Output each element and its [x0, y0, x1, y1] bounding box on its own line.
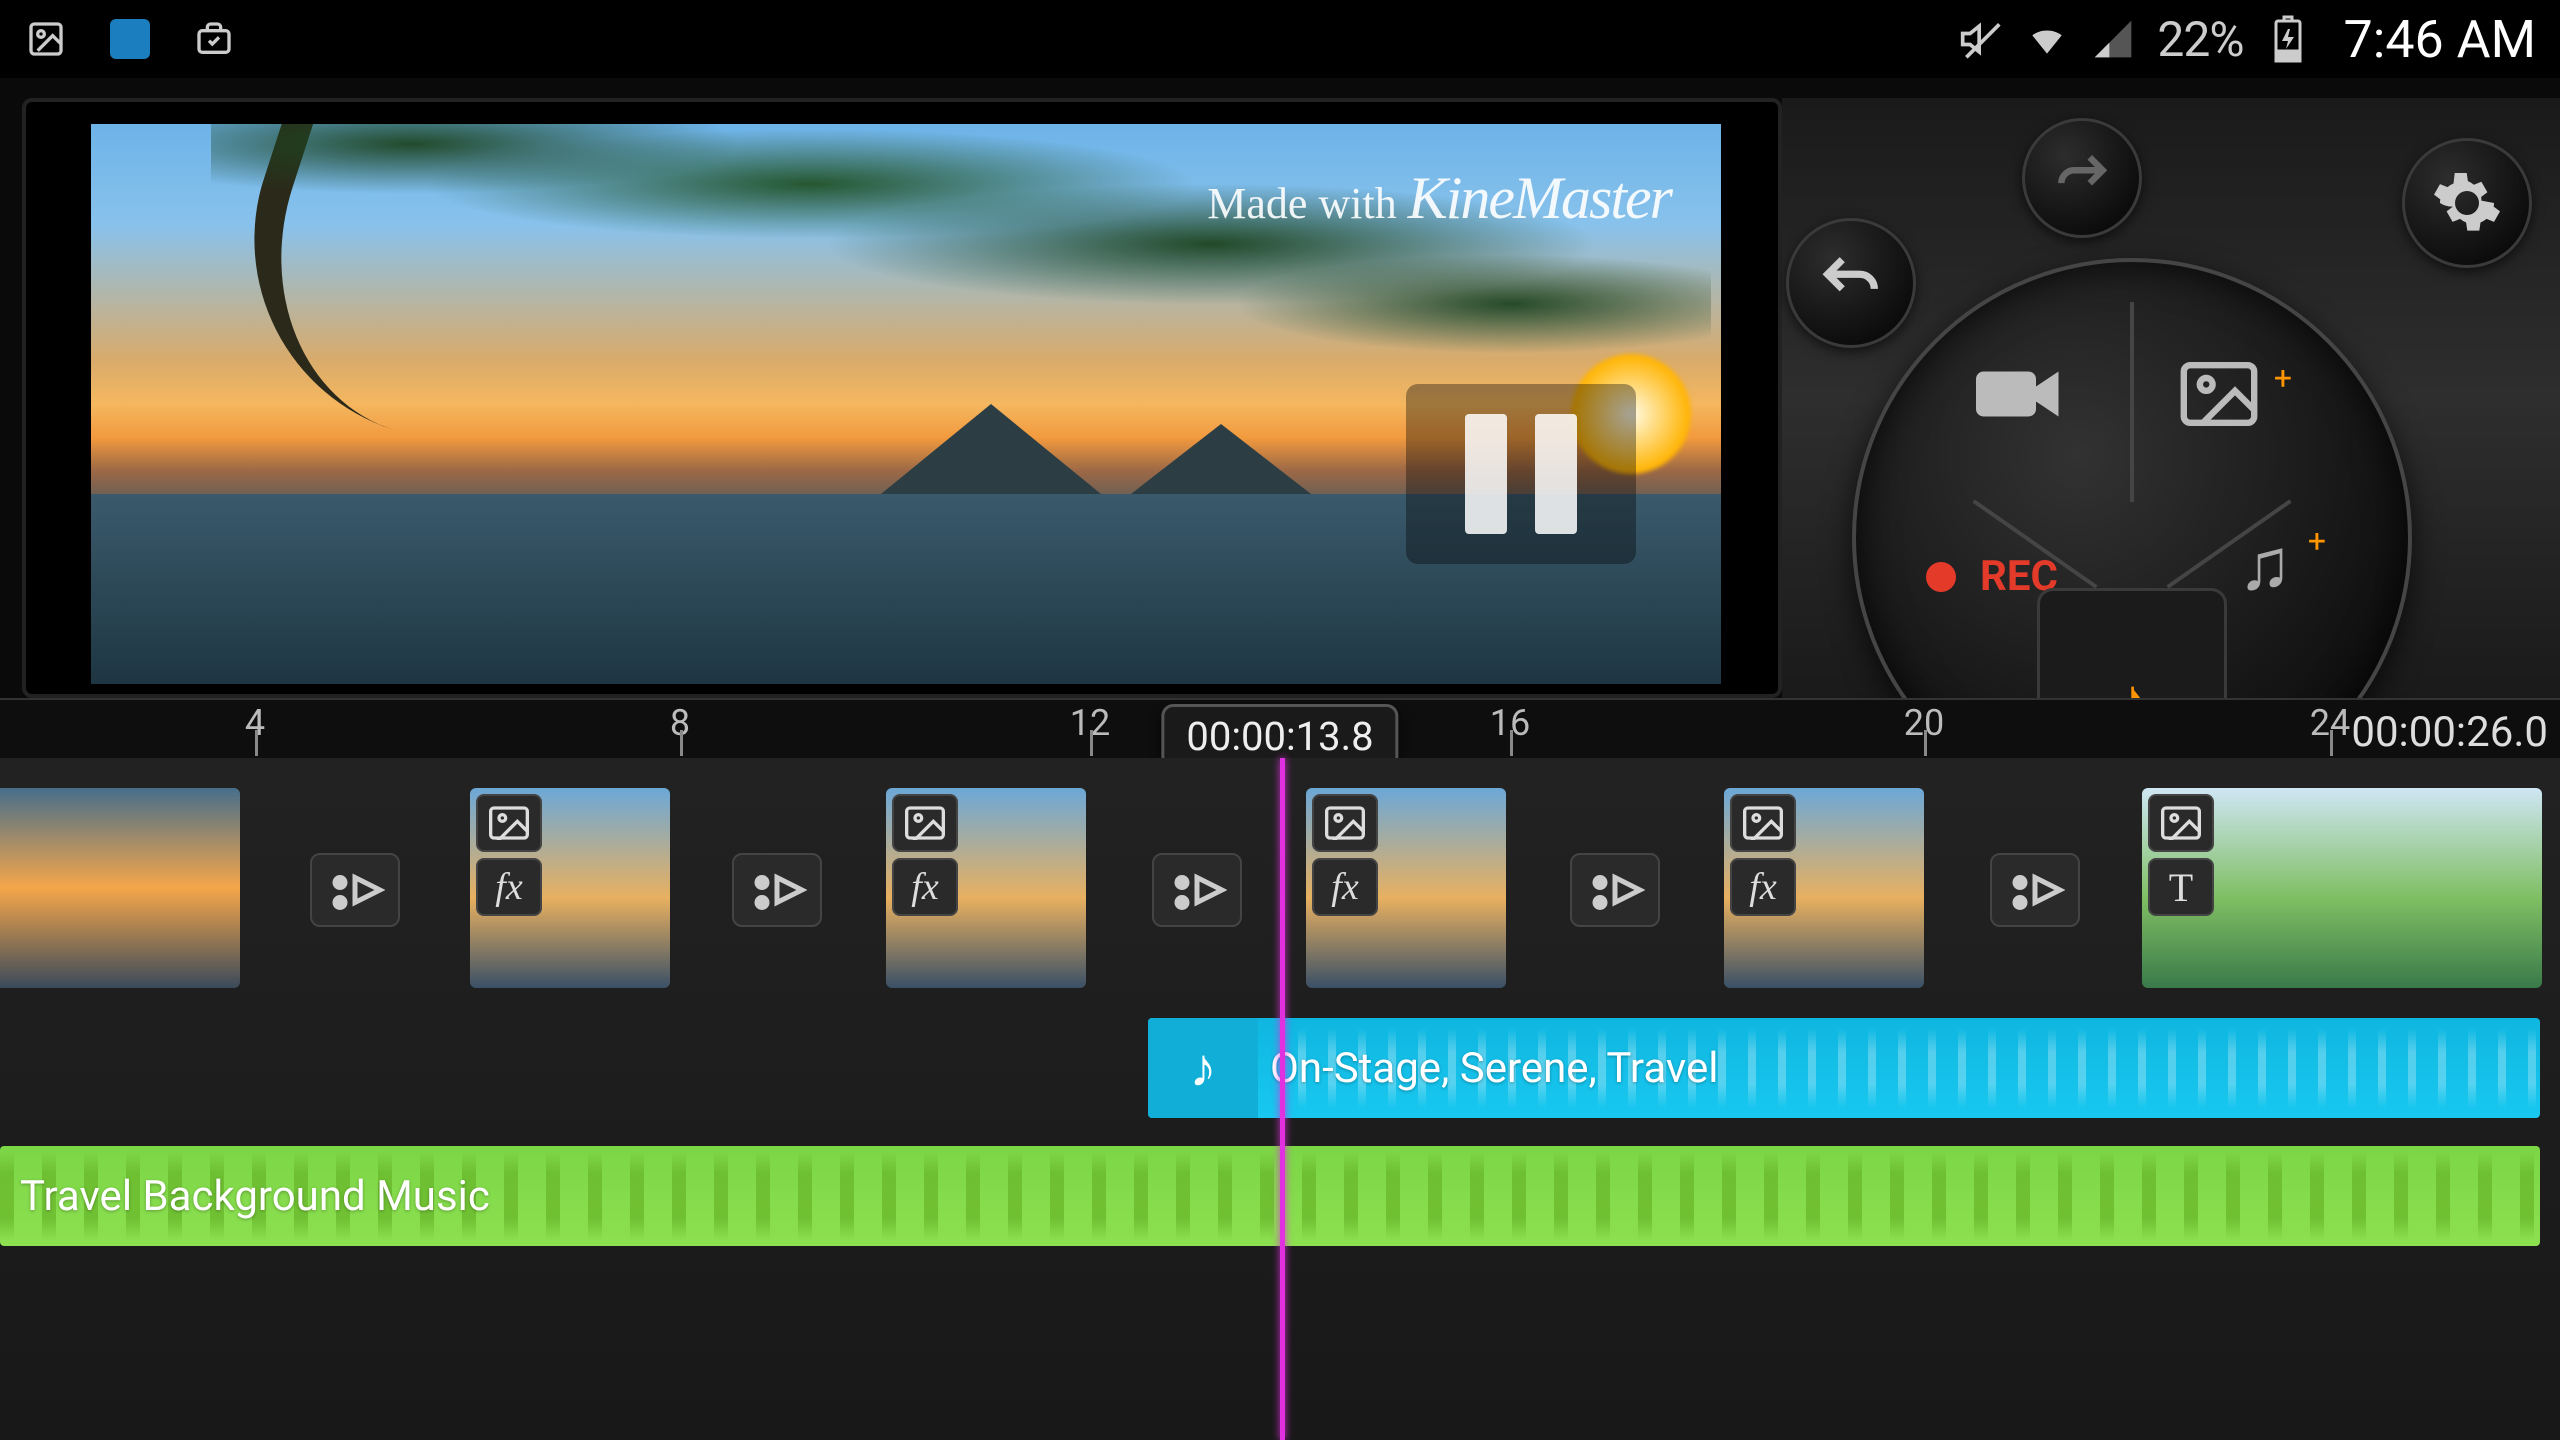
- music-note-icon: ♪: [1148, 1018, 1258, 1118]
- add-video-button[interactable]: [1976, 362, 2066, 442]
- preview-video: Made with KineMaster: [91, 124, 1721, 684]
- undo-button[interactable]: [1786, 218, 1916, 348]
- watermark: Made with KineMaster: [1207, 164, 1671, 233]
- wifi-icon: [2025, 17, 2069, 61]
- redo-button[interactable]: [2022, 118, 2142, 238]
- video-clip[interactable]: fx: [1306, 788, 1506, 988]
- gallery-icon: [24, 17, 68, 61]
- transition-button[interactable]: [1570, 853, 1660, 927]
- video-clip[interactable]: [0, 788, 240, 988]
- pause-button[interactable]: [1406, 384, 1636, 564]
- image-badge-icon: [2148, 794, 2214, 852]
- video-clip[interactable]: fx: [470, 788, 670, 988]
- transition-button[interactable]: [310, 853, 400, 927]
- android-status-bar: 22% 7:46 AM: [0, 0, 2560, 78]
- plus-icon: +: [2308, 522, 2326, 560]
- audio-clip[interactable]: ♪ On-Stage, Serene, Travel: [1148, 1018, 2540, 1118]
- add-music-button[interactable]: ♫ +: [2238, 522, 2322, 607]
- image-badge-icon: [892, 794, 958, 852]
- record-button[interactable]: REC: [1926, 552, 2058, 601]
- audio-clip-title: On-Stage, Serene, Travel: [1270, 1044, 1718, 1093]
- briefcase-icon: [192, 17, 236, 61]
- video-clip[interactable]: fx: [886, 788, 1086, 988]
- image-icon: [2180, 362, 2258, 442]
- timeline-ruler[interactable]: 4 8 12 16 20 24 00:00:13.8 00:00:26.0: [0, 698, 2560, 758]
- transition-button[interactable]: [1990, 853, 2080, 927]
- image-badge-icon: [1312, 794, 1378, 852]
- fx-button[interactable]: fx: [1730, 858, 1796, 916]
- transition-button[interactable]: [1152, 853, 1242, 927]
- camcorder-icon: [1976, 362, 2066, 442]
- total-duration: 00:00:26.0: [2351, 708, 2548, 757]
- image-badge-icon: [476, 794, 542, 852]
- signal-icon: [2091, 17, 2135, 61]
- timeline-tracks[interactable]: fx fx fx fx: [0, 758, 2560, 1440]
- text-overlay-button[interactable]: T: [2148, 858, 2214, 916]
- fx-button[interactable]: fx: [476, 858, 542, 916]
- pause-icon: [1465, 414, 1577, 534]
- audio-clip[interactable]: Travel Background Music: [0, 1146, 2540, 1246]
- clock-time: 7:46 AM: [2344, 9, 2537, 70]
- battery-icon: [2266, 17, 2310, 61]
- app-notif-icon: [108, 17, 152, 61]
- fx-button[interactable]: fx: [1312, 858, 1378, 916]
- plus-icon: +: [2274, 359, 2292, 397]
- battery-percent: 22%: [2157, 11, 2243, 68]
- audio-clip-title: Travel Background Music: [20, 1172, 490, 1221]
- music-note-icon: ♫: [2238, 522, 2292, 607]
- preview-monitor[interactable]: Made with KineMaster: [22, 98, 1782, 698]
- video-clip[interactable]: fx: [1724, 788, 1924, 988]
- transition-button[interactable]: [732, 853, 822, 927]
- fx-button[interactable]: fx: [892, 858, 958, 916]
- add-image-button[interactable]: +: [2180, 362, 2288, 442]
- playhead-line[interactable]: [1280, 758, 1285, 1440]
- image-badge-icon: [1730, 794, 1796, 852]
- mute-icon: [1959, 17, 2003, 61]
- settings-button[interactable]: [2402, 138, 2532, 268]
- control-panel: + REC ♫ + ♪: [1782, 98, 2560, 698]
- video-clip[interactable]: T: [2142, 788, 2542, 988]
